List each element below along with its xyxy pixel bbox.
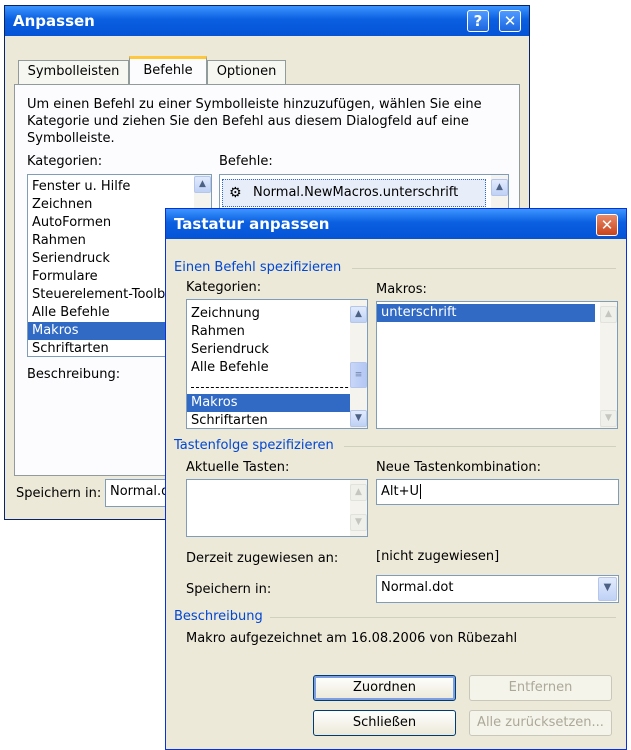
list-item[interactable]: Seriendruck <box>187 341 367 359</box>
commands-label: Befehle: <box>219 154 273 169</box>
group-command-heading: Einen Befehl spezifizieren <box>174 260 342 275</box>
new-key-input[interactable]: Alt+U <box>376 479 619 505</box>
scroll-up-icon[interactable]: ▲ <box>350 306 367 323</box>
keyboard-title-bar[interactable]: Tastatur anpassen <box>166 209 626 239</box>
macros-list[interactable]: unterschrift ▲ ▼ <box>376 301 618 429</box>
description-label: Beschreibung: <box>27 367 121 382</box>
list-item[interactable]: Rahmen <box>187 323 367 341</box>
current-keys-label: Aktuelle Tasten: <box>186 460 290 475</box>
chevron-down-icon[interactable]: ▼ <box>598 577 617 601</box>
keyboard-categories-list[interactable]: Zeichnung Rahmen Seriendruck Alle Befehl… <box>186 299 368 429</box>
list-item[interactable]: Fenster u. Hilfe <box>28 178 211 196</box>
tab-optionen[interactable]: Optionen <box>207 60 286 84</box>
macros-scrollbar[interactable]: ▲ ▼ <box>600 302 617 428</box>
remove-button[interactable]: Entfernen <box>469 675 612 701</box>
scroll-down-icon[interactable]: ▼ <box>600 410 617 427</box>
group-description-heading: Beschreibung <box>174 609 263 624</box>
keyboard-categories-label: Kategorien: <box>186 280 262 295</box>
scroll-up-icon[interactable]: ▲ <box>350 484 367 501</box>
reset-all-button[interactable]: Alle zurücksetzen... <box>469 710 612 736</box>
group-keys-heading: Tastenfolge spezifizieren <box>174 438 334 453</box>
scroll-up-icon[interactable]: ▲ <box>600 306 617 323</box>
current-keys-scrollbar[interactable]: ▲ ▼ <box>350 480 367 536</box>
description-text: Makro aufgezeichnet am 16.08.2006 von Rü… <box>186 631 518 646</box>
list-item[interactable]: ⚙ Normal.NewMacros.unterschrift <box>222 179 486 207</box>
scroll-down-icon[interactable]: ▼ <box>350 514 367 531</box>
categories-label: Kategorien: <box>27 154 103 169</box>
current-keys-list[interactable]: ▲ ▼ <box>186 479 368 537</box>
save-in-label: Speichern in: <box>16 486 102 501</box>
list-item-selected[interactable]: unterschrift <box>377 304 595 322</box>
list-item-selected[interactable]: Makros <box>187 394 367 412</box>
list-item[interactable]: Alle Befehle <box>187 359 367 377</box>
scroll-thumb[interactable]: ≡ <box>350 362 367 388</box>
group-divider <box>352 268 616 269</box>
scroll-down-icon[interactable]: ▼ <box>350 410 367 427</box>
customize-keyboard-dialog: Tastatur anpassen ✕ Einen Befehl spezifi… <box>165 208 627 750</box>
list-item[interactable]: Schriftarten <box>187 412 367 428</box>
group-divider <box>270 617 616 618</box>
customize-title-bar[interactable]: Anpassen <box>5 6 529 36</box>
help-button[interactable]: ? <box>467 10 489 32</box>
text-caret <box>420 484 422 499</box>
scroll-up-icon[interactable]: ▲ <box>491 179 508 196</box>
scroll-up-icon[interactable]: ▲ <box>194 176 211 193</box>
macros-label: Makros: <box>376 282 427 297</box>
list-item[interactable]: Zeichnung <box>187 305 367 323</box>
close-icon[interactable]: ✕ <box>499 10 521 32</box>
tab-symbolleisten[interactable]: Symbolleisten <box>18 60 129 84</box>
keyboard-categories-scrollbar[interactable]: ▲ ≡ ▼ <box>350 300 367 428</box>
keyboard-save-in-label: Speichern in: <box>186 582 272 597</box>
new-key-label: Neue Tastenkombination: <box>376 460 541 475</box>
assign-button[interactable]: Zuordnen <box>313 675 456 701</box>
group-divider <box>344 446 616 447</box>
list-separator <box>191 377 363 388</box>
tab-befehle[interactable]: Befehle <box>129 56 207 84</box>
close-icon[interactable]: ✕ <box>596 214 618 236</box>
customize-title: Anpassen <box>13 12 95 30</box>
close-button[interactable]: Schließen <box>313 710 456 736</box>
macro-icon: ⚙ <box>229 185 242 201</box>
assigned-to-label: Derzeit zugewiesen an: <box>186 551 339 566</box>
customize-instructions: Um einen Befehl zu einer Symbolleiste hi… <box>27 97 482 146</box>
keyboard-title: Tastatur anpassen <box>174 215 330 233</box>
assigned-to-value: [nicht zugewiesen] <box>376 549 500 564</box>
keyboard-save-in-select[interactable]: Normal.dot ▼ <box>376 575 619 603</box>
